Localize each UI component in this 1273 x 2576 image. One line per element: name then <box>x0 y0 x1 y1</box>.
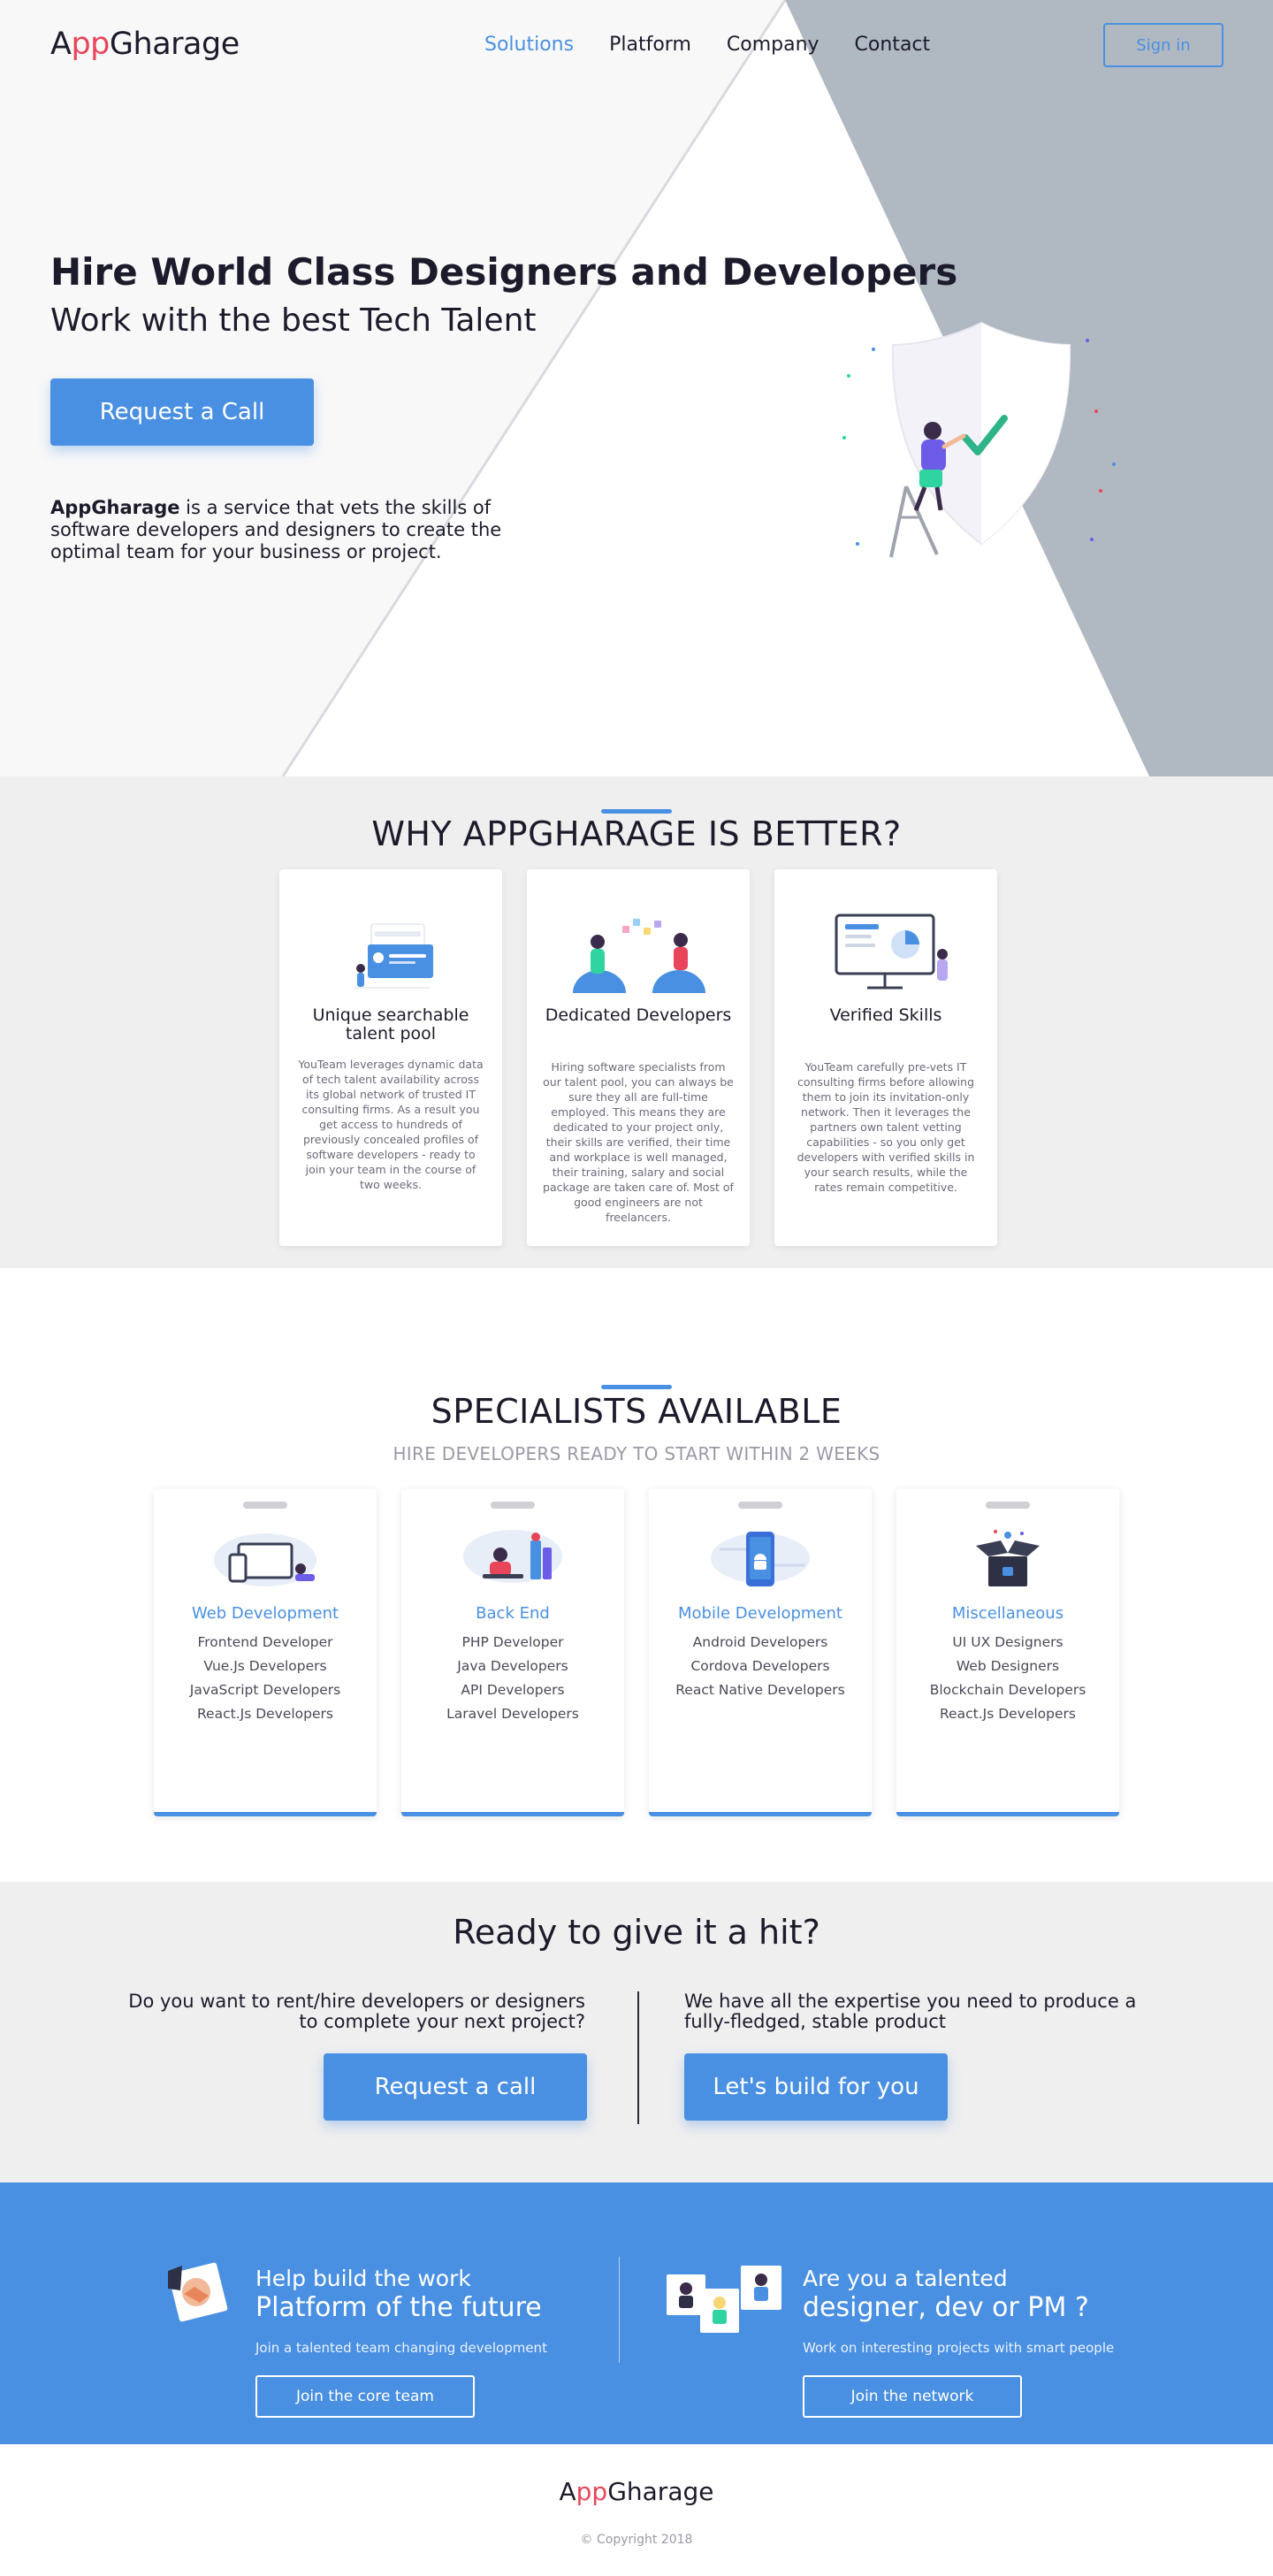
logo-letters-pp: pp <box>576 2477 608 2506</box>
list-item[interactable]: JavaScript Developers <box>154 1678 377 1702</box>
logo-letters-pp: pp <box>71 27 110 62</box>
specialist-card-mobile-development[interactable]: Mobile Development Android Developers Co… <box>649 1489 872 1816</box>
card-handle <box>738 1502 782 1509</box>
list-item[interactable]: Web Designers <box>896 1655 1119 1678</box>
ready-divider <box>637 1991 639 2124</box>
list-item[interactable]: Vue.Js Developers <box>154 1655 377 1678</box>
join-right-heading: designer, dev or PM ? <box>803 2292 1089 2323</box>
team-chat-icon <box>573 919 705 993</box>
join-left-kicker: Help build the work <box>255 2266 471 2291</box>
specialists-title: SPECIALISTS AVAILABLE <box>431 1392 842 1431</box>
specialist-card-title: Back End <box>476 1604 550 1623</box>
nav-item-platform[interactable]: Platform <box>609 34 691 56</box>
card-handle <box>986 1502 1030 1509</box>
card-handle <box>243 1502 287 1509</box>
join-section: Help build the work Platform of the futu… <box>0 2182 1273 2444</box>
sign-in-button[interactable]: Sign in <box>1103 23 1223 67</box>
specialist-card-miscellaneous[interactable]: Miscellaneous UI UX Designers Web Design… <box>896 1489 1119 1816</box>
list-item[interactable]: React.Js Developers <box>154 1702 377 1726</box>
specialist-card-title: Web Development <box>191 1604 339 1623</box>
logo-letter-a: A <box>559 2477 576 2506</box>
nav-item-contact[interactable]: Contact <box>855 34 931 56</box>
page: AppGharage Solutions Platform Company Co… <box>0 0 1273 2576</box>
main-nav: Solutions Platform Company Contact <box>484 34 965 56</box>
logo-letters-rest: Gharage <box>109 27 240 62</box>
specialist-card-back-end[interactable]: Back End PHP Developer Java Developers A… <box>401 1489 624 1816</box>
footer: AppGharage © Copyright 2018 <box>0 2444 1273 2576</box>
ready-title: Ready to give it a hit? <box>453 1913 820 1952</box>
shield-check-illustration-icon <box>842 321 1116 558</box>
why-section: WHY APPGHARAGE IS BETTER? Unique searcha… <box>0 776 1273 1268</box>
list-item[interactable]: React Native Developers <box>649 1678 872 1702</box>
section-accent-bar <box>601 1385 672 1389</box>
ready-section: Ready to give it a hit? Do you want to r… <box>0 1882 1273 2182</box>
search-profile-icon <box>354 923 433 989</box>
section-accent-bar <box>601 809 672 814</box>
join-right-description: Work on interesting projects with smart … <box>803 2340 1115 2356</box>
lets-build-button[interactable]: Let's build for you <box>684 2053 948 2121</box>
join-left-heading: Platform of the future <box>255 2292 542 2323</box>
logo-letters-rest: Gharage <box>607 2477 714 2506</box>
logo-letter-a: A <box>50 27 72 62</box>
server-developer-icon <box>463 1530 562 1583</box>
footer-logo[interactable]: AppGharage <box>0 2477 1273 2506</box>
join-divider <box>619 2257 620 2363</box>
feature-card-talent-pool: Unique searchable talent pool YouTeam le… <box>279 869 502 1246</box>
list-item[interactable]: Frontend Developer <box>154 1631 377 1655</box>
join-left-description: Join a talented team changing developmen… <box>255 2340 547 2356</box>
card-handle <box>491 1502 535 1509</box>
hero-section: AppGharage Solutions Platform Company Co… <box>0 0 1273 776</box>
nav-item-solutions[interactable]: Solutions <box>484 34 574 56</box>
devices-icon <box>214 1533 316 1586</box>
specialist-card-title: Miscellaneous <box>951 1604 1064 1623</box>
why-title: WHY APPGHARAGE IS BETTER? <box>371 814 902 853</box>
list-item[interactable]: Laravel Developers <box>401 1702 624 1726</box>
hero-title: Hire World Class Designers and Developer… <box>50 250 958 294</box>
join-core-team-button[interactable]: Join the core team <box>255 2375 475 2418</box>
presentation-icon <box>835 913 948 990</box>
feature-description: Hiring software specialists from our tal… <box>543 1060 734 1224</box>
specialist-list: Frontend Developer Vue.Js Developers Jav… <box>154 1631 377 1726</box>
ready-left-text: Do you want to rent/hire developers or d… <box>128 1991 585 2032</box>
hero-description: AppGharage is a service that vets the sk… <box>50 497 528 563</box>
specialist-card-title: Mobile Development <box>678 1604 842 1623</box>
ready-right-text: We have all the expertise you need to pr… <box>684 1991 1137 2032</box>
specialist-card-web-development[interactable]: Web Development Frontend Developer Vue.J… <box>154 1489 377 1816</box>
specialist-list: UI UX Designers Web Designers Blockchain… <box>896 1631 1119 1726</box>
feature-card-verified-skills: Verified Skills YouTeam carefully pre-ve… <box>774 869 997 1246</box>
request-call-button[interactable]: Request a Call <box>50 378 314 446</box>
specialist-list: PHP Developer Java Developers API Develo… <box>401 1631 624 1726</box>
hero-brand-name: AppGharage <box>50 497 180 518</box>
feature-description: YouTeam carefully pre-vets IT consulting… <box>797 1060 975 1194</box>
feature-card-dedicated-developers: Dedicated Developers Hiring software spe… <box>527 869 750 1246</box>
copyright-text: © Copyright 2018 <box>580 2533 693 2547</box>
open-box-icon <box>976 1530 1040 1586</box>
feature-title: Dedicated Developers <box>545 1005 732 1025</box>
hero-subtitle: Work with the best Tech Talent <box>50 302 537 339</box>
list-item[interactable]: Java Developers <box>401 1655 624 1678</box>
list-item[interactable]: React.Js Developers <box>896 1702 1119 1726</box>
join-right-kicker: Are you a talented <box>803 2266 1008 2291</box>
brand-logo[interactable]: AppGharage <box>50 27 240 62</box>
feature-description: YouTeam leverages dynamic data of tech t… <box>298 1058 484 1191</box>
list-item[interactable]: Android Developers <box>649 1631 872 1655</box>
request-call-button-secondary[interactable]: Request a call <box>324 2053 587 2121</box>
list-item[interactable]: Cordova Developers <box>649 1655 872 1678</box>
nav-item-company[interactable]: Company <box>727 34 819 56</box>
list-item[interactable]: Blockchain Developers <box>896 1678 1119 1702</box>
mobile-android-icon <box>711 1532 810 1586</box>
list-item[interactable]: UI UX Designers <box>896 1631 1119 1655</box>
list-item[interactable]: PHP Developer <box>401 1631 624 1655</box>
join-network-button[interactable]: Join the network <box>803 2375 1022 2418</box>
specialist-list: Android Developers Cordova Developers Re… <box>649 1631 872 1702</box>
specialists-subtitle: HIRE DEVELOPERS READY TO START WITHIN 2 … <box>393 1443 880 1464</box>
handshake-icon <box>168 2262 228 2322</box>
feature-title: Verified Skills <box>829 1005 942 1025</box>
specialists-section: SPECIALISTS AVAILABLE HIRE DEVELOPERS RE… <box>0 1268 1273 1882</box>
profile-cards-icon <box>667 2266 781 2333</box>
list-item[interactable]: API Developers <box>401 1678 624 1702</box>
feature-title: Unique searchable talent pool <box>312 1005 469 1043</box>
